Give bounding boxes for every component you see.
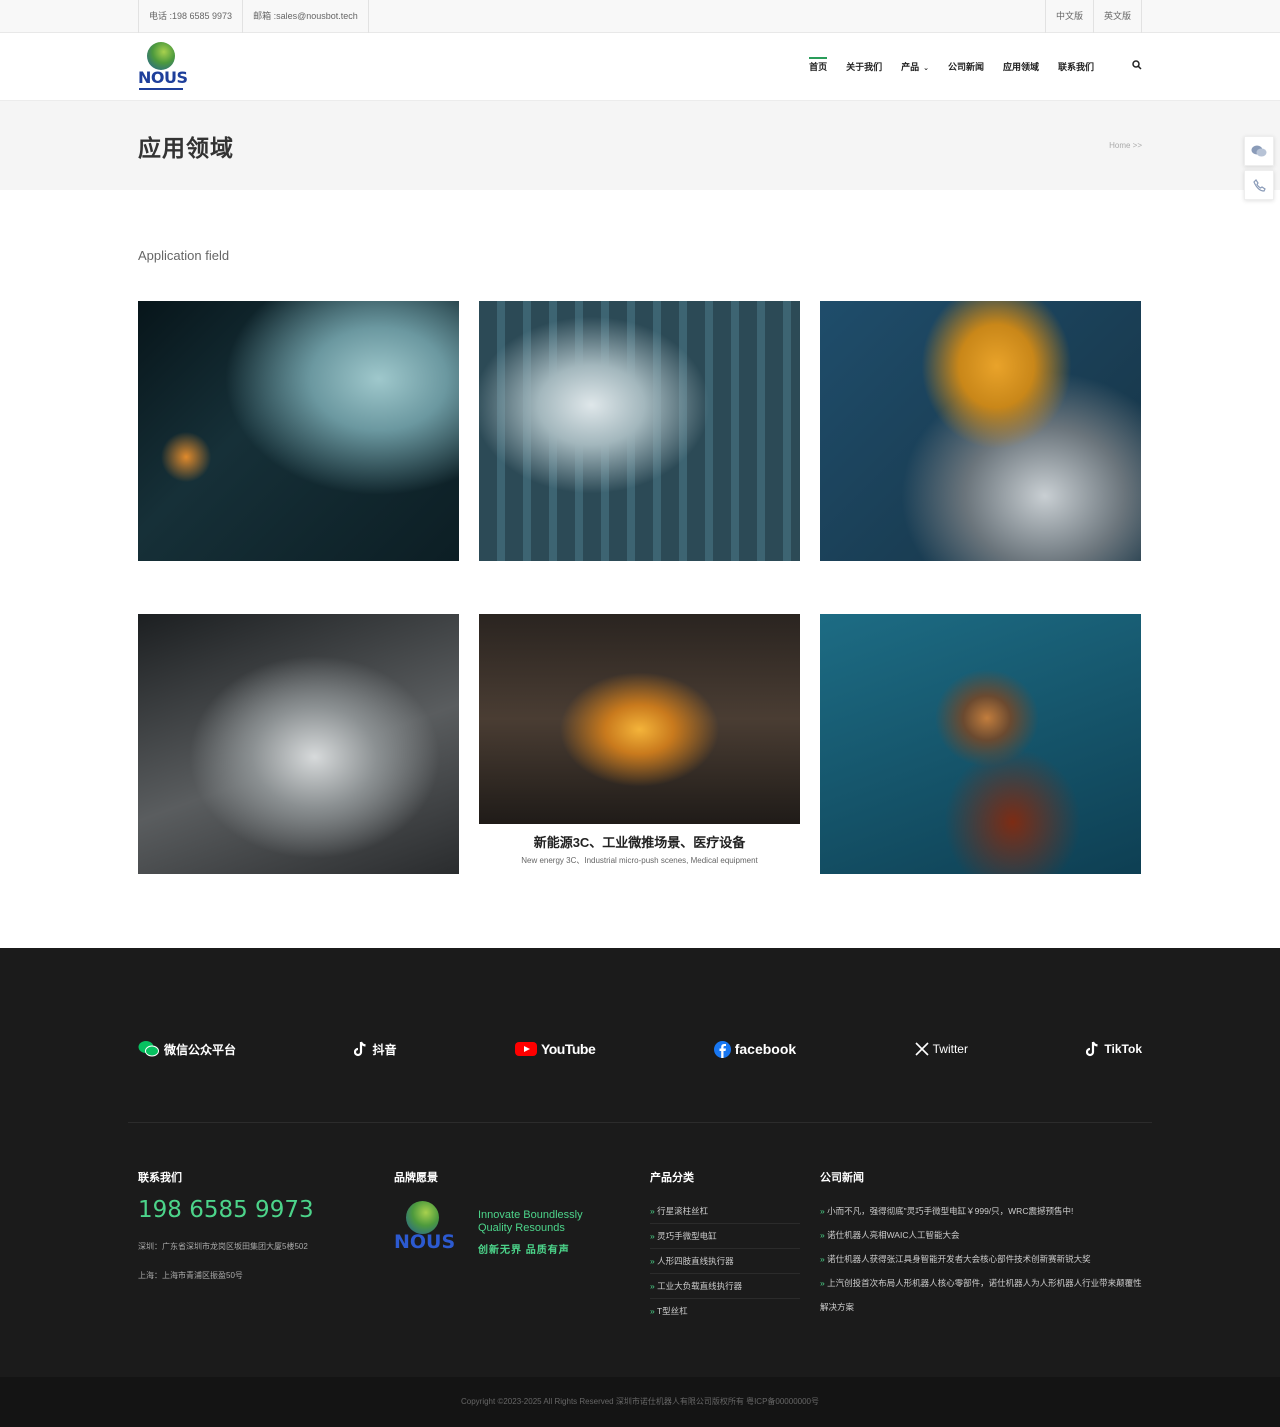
news-heading: 公司新闻 [820, 1172, 864, 1184]
top-email[interactable]: 邮箱 :sales@nousbot.tech [242, 0, 369, 33]
contact-heading: 联系我们 [138, 1172, 182, 1184]
nav-products[interactable]: 产品 ⌄ [901, 33, 929, 101]
main-content: Application field 新能源3C、工业微推场景、医疗设备 New … [138, 248, 1142, 874]
brand-heading: 品牌愿景 [394, 1172, 438, 1184]
application-card[interactable] [479, 301, 800, 561]
application-card[interactable]: 新能源3C、工业微推场景、医疗设备 New energy 3C、Industri… [479, 614, 800, 874]
nav-news[interactable]: 公司新闻 [948, 33, 984, 101]
phone-icon[interactable] [1244, 170, 1274, 200]
address-shenzhen: 深圳：广东省深圳市龙岗区坂田集团大厦5楼502 [138, 1242, 308, 1251]
footer-phone[interactable]: 198 6585 9973 [138, 1197, 394, 1223]
facebook-icon [713, 1040, 731, 1058]
main-nav: 首页 关于我们 产品 ⌄ 公司新闻 应用领域 联系我们 [790, 33, 1142, 101]
x-twitter-icon [915, 1042, 929, 1056]
section-subtitle: Application field [138, 248, 230, 263]
social-facebook[interactable]: facebook [713, 1040, 796, 1058]
news-link[interactable]: 上汽创投首次布局人形机器人核心零部件，诺仕机器人为人形机器人行业带来颠覆性解决方… [820, 1271, 1142, 1319]
humanoid-robots-assembly-line-photo [479, 301, 800, 561]
slogan-en-1: Innovate Boundlessly [478, 1208, 583, 1221]
logo-globe-icon [147, 42, 175, 70]
social-tiktok[interactable]: TikTok [1086, 1041, 1142, 1057]
nav-applications[interactable]: 应用领域 [1003, 33, 1039, 101]
footer-products: 产品分类 行星滚柱丝杠 灵巧手微型电缸 人形四肢直线执行器 工业大负载直线执行器… [650, 1169, 820, 1323]
site-footer: 微信公众平台 抖音 YouTube facebook Twitter TikTo… [0, 948, 1280, 1427]
news-link[interactable]: 小而不凡，强得彻底"灵巧手微型电缸￥999/只，WRC震撼预售中! [820, 1199, 1142, 1223]
products-heading: 产品分类 [650, 1172, 694, 1184]
wechat-icon [138, 1040, 160, 1058]
page-banner: 应用领域 Home >> [0, 101, 1280, 190]
offshore-oil-platform-photo [820, 614, 1141, 874]
application-card[interactable] [138, 301, 459, 561]
nav-contact[interactable]: 联系我们 [1058, 33, 1094, 101]
footer-contact: 联系我们 198 6585 9973 深圳：广东省深圳市龙岗区坂田集团大厦5楼5… [138, 1169, 394, 1323]
card-caption-en: New energy 3C、Industrial micro-push scen… [521, 856, 758, 865]
application-card[interactable] [820, 614, 1141, 874]
robotic-hand-photo [138, 301, 459, 561]
search-icon[interactable] [1132, 33, 1142, 101]
card-caption: 新能源3C、工业微推场景、医疗设备 New energy 3C、Industri… [479, 824, 800, 874]
top-bar: 电话 :198 6585 9973 邮箱 :sales@nousbot.tech… [0, 0, 1280, 33]
transparent-car-chassis-photo [138, 614, 459, 874]
lang-en-link[interactable]: 英文版 [1092, 0, 1142, 33]
social-twitter[interactable]: Twitter [915, 1042, 968, 1056]
youtube-icon [514, 1041, 537, 1057]
industrial-robot-arm-engine-photo [820, 301, 1141, 561]
footer-news: 公司新闻 小而不凡，强得彻底"灵巧手微型电缸￥999/只，WRC震撼预售中! 诺… [820, 1169, 1142, 1323]
footer-columns: 联系我们 198 6585 9973 深圳：广东省深圳市龙岗区坂田集团大厦5楼5… [138, 1169, 1142, 1323]
chevron-down-icon: ⌄ [921, 65, 929, 72]
product-link[interactable]: T型丝杠 [650, 1299, 800, 1323]
card-caption-cn: 新能源3C、工业微推场景、医疗设备 [533, 835, 746, 850]
logo-text: NOUS [138, 68, 188, 87]
site-header: NOUS 首页 关于我们 产品 ⌄ 公司新闻 应用领域 联系我们 [0, 33, 1280, 101]
news-link[interactable]: 诺仕机器人亮相WAIC人工智能大会 [820, 1223, 1142, 1247]
product-link[interactable]: 工业大负载直线执行器 [650, 1274, 800, 1299]
footer-logo: NOUS [394, 1201, 455, 1263]
social-youtube[interactable]: YouTube [514, 1041, 596, 1057]
page-title: 应用领域 [138, 134, 234, 161]
breadcrumb[interactable]: Home >> [1109, 141, 1142, 150]
top-phone[interactable]: 电话 :198 6585 9973 [138, 0, 242, 33]
copyright: Copyright ©2023-2025 All Rights Reserved… [0, 1377, 1280, 1427]
application-card[interactable] [138, 614, 459, 874]
social-wechat[interactable]: 微信公众平台 [138, 1040, 236, 1058]
address-shanghai: 上海：上海市青浦区振盈50号 [138, 1271, 243, 1280]
news-link[interactable]: 诺仕机器人获得张江具身智能开发者大会核心部件技术创新赛新锐大奖 [820, 1247, 1142, 1271]
wechat-icon[interactable] [1244, 136, 1274, 166]
nav-home[interactable]: 首页 [809, 33, 828, 101]
application-card[interactable] [820, 301, 1141, 561]
social-links: 微信公众平台 抖音 YouTube facebook Twitter TikTo… [138, 1028, 1142, 1070]
precision-dispensing-machine-photo [479, 614, 800, 824]
slogan-cn: 创新无界 品质有声 [478, 1244, 570, 1256]
nav-about[interactable]: 关于我们 [846, 33, 882, 101]
site-logo[interactable]: NOUS [138, 42, 188, 94]
slogan-en-2: Quality Resounds [478, 1221, 565, 1234]
tiktok-icon [1086, 1041, 1100, 1057]
side-float-bar [1244, 136, 1274, 200]
lang-cn-link[interactable]: 中文版 [1044, 0, 1093, 33]
product-link[interactable]: 行星滚柱丝杠 [650, 1199, 800, 1224]
product-link[interactable]: 灵巧手微型电缸 [650, 1224, 800, 1249]
footer-brand: 品牌愿景 NOUS Innovate Boundlessly Quality R… [394, 1169, 650, 1323]
application-grid: 新能源3C、工业微推场景、医疗设备 New energy 3C、Industri… [138, 301, 1142, 874]
social-douyin[interactable]: 抖音 [354, 1041, 396, 1058]
product-link[interactable]: 人形四肢直线执行器 [650, 1249, 800, 1274]
douyin-icon [354, 1041, 368, 1057]
logo-globe-icon [406, 1201, 439, 1234]
